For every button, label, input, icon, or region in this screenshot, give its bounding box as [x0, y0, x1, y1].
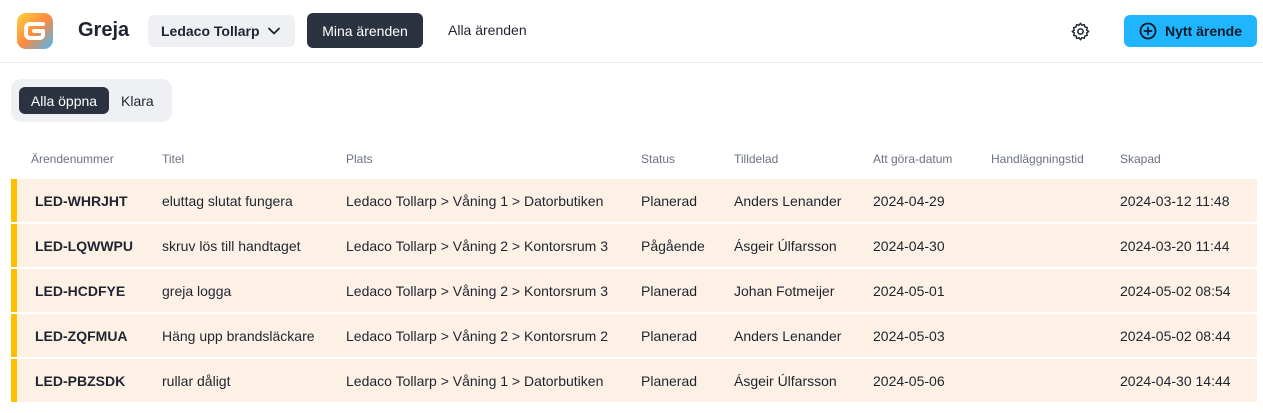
case-status: Planerad — [641, 373, 698, 389]
case-due-date: 2024-05-01 — [873, 283, 945, 299]
case-assigned: Ásgeir Úlfarsson — [734, 238, 837, 254]
case-created: 2024-04-30 14:44 — [1120, 373, 1231, 389]
case-assigned: Johan Fotmeijer — [734, 283, 835, 299]
table-row[interactable]: LED-HCDFYE greja logga Ledaco Tollarp > … — [11, 269, 1257, 312]
column-header-handling-time[interactable]: Handläggningstid — [991, 152, 1084, 166]
case-number: LED-PBZSDK — [35, 373, 126, 389]
case-place: Ledaco Tollarp > Våning 2 > Kontorsrum 2 — [346, 328, 609, 344]
case-title: Häng upp brandsläckare — [162, 328, 315, 344]
case-status: Pågående — [641, 238, 705, 254]
table-row[interactable]: LED-PBZSDK rullar dåligt Ledaco Tollarp … — [11, 359, 1257, 402]
case-created: 2024-03-12 11:48 — [1120, 193, 1230, 209]
case-number: LED-HCDFYE — [35, 283, 126, 299]
case-number: LED-WHRJHT — [35, 193, 128, 209]
greja-logo[interactable] — [16, 12, 54, 50]
app-name: Greja — [78, 19, 130, 41]
case-assigned: Ásgeir Úlfarsson — [734, 373, 837, 389]
case-status: Planerad — [641, 283, 698, 299]
case-title: skruv lös till handtaget — [162, 238, 301, 254]
case-place: Ledaco Tollarp > Våning 1 > Datorbutiken — [346, 193, 604, 209]
status-filter-group: Alla öppna Klara — [11, 79, 172, 122]
case-status: Planerad — [641, 193, 698, 209]
case-assigned: Anders Lenander — [734, 328, 842, 344]
filter-all-open[interactable]: Alla öppna — [19, 87, 109, 114]
case-place: Ledaco Tollarp > Våning 2 > Kontorsrum 3 — [346, 283, 609, 299]
case-due-date: 2024-04-30 — [873, 238, 945, 254]
column-header-place[interactable]: Plats — [346, 152, 373, 166]
column-header-due-date[interactable]: Att göra-datum — [873, 152, 952, 166]
case-due-date: 2024-05-06 — [873, 373, 945, 389]
tab-my-cases[interactable]: Mina ärenden — [307, 13, 423, 48]
table-row[interactable]: LED-WHRJHT eluttag slutat fungera Ledaco… — [11, 179, 1257, 222]
column-header-status[interactable]: Status — [641, 152, 675, 166]
case-number: LED-ZQFMUA — [35, 328, 128, 344]
chevron-down-icon — [268, 27, 280, 35]
gear-icon[interactable] — [1070, 21, 1091, 42]
case-title: eluttag slutat fungera — [162, 193, 293, 209]
new-case-button[interactable]: Nytt ärende — [1124, 15, 1257, 47]
column-header-created[interactable]: Skapad — [1120, 152, 1161, 166]
case-due-date: 2024-04-29 — [873, 193, 945, 209]
organization-select-value: Ledaco Tollarp — [161, 23, 260, 39]
case-created: 2024-05-02 08:44 — [1120, 328, 1231, 344]
case-number: LED-LQWWPU — [35, 238, 133, 254]
case-due-date: 2024-05-03 — [873, 328, 945, 344]
column-header-assigned[interactable]: Tilldelad — [734, 152, 778, 166]
table-row[interactable]: LED-LQWWPU skruv lös till handtaget Leda… — [11, 224, 1257, 267]
case-created: 2024-03-20 11:44 — [1120, 238, 1230, 254]
table-row[interactable]: LED-ZQFMUA Häng upp brandsläckare Ledaco… — [11, 314, 1257, 357]
column-header-case-number[interactable]: Ärendenummer — [31, 152, 114, 166]
new-case-button-label: Nytt ärende — [1165, 23, 1243, 39]
organization-select[interactable]: Ledaco Tollarp — [148, 15, 295, 47]
top-bar: Greja Ledaco Tollarp Mina ärenden Alla ä… — [0, 0, 1263, 63]
filter-done[interactable]: Klara — [121, 93, 154, 109]
case-assigned: Anders Lenander — [734, 193, 842, 209]
case-place: Ledaco Tollarp > Våning 1 > Datorbutiken — [346, 373, 604, 389]
case-status: Planerad — [641, 328, 698, 344]
case-title: greja logga — [162, 283, 232, 299]
case-title: rullar dåligt — [162, 373, 231, 389]
case-place: Ledaco Tollarp > Våning 2 > Kontorsrum 3 — [346, 238, 609, 254]
case-created: 2024-05-02 08:54 — [1120, 283, 1231, 299]
plus-circle-icon — [1139, 22, 1157, 40]
column-header-title[interactable]: Titel — [162, 152, 184, 166]
tab-all-cases[interactable]: Alla ärenden — [448, 22, 527, 38]
